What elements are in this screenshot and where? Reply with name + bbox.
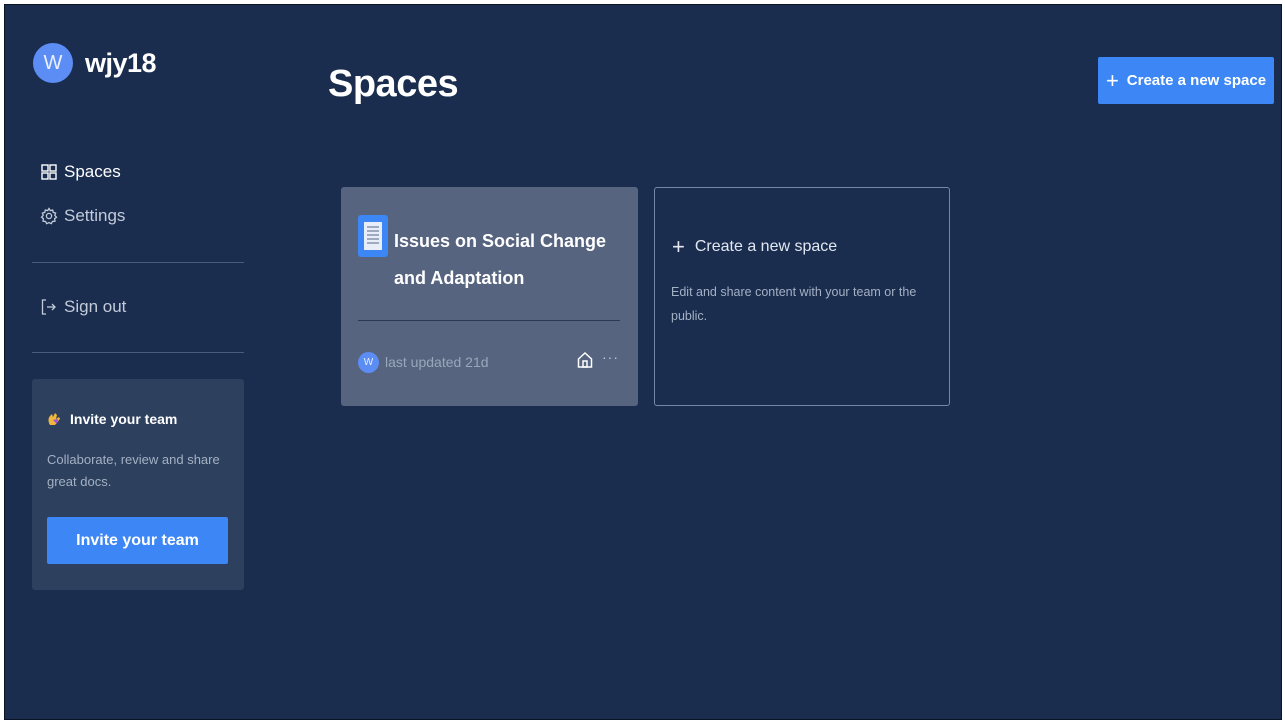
user-profile[interactable]: W wjy18: [33, 43, 157, 83]
last-updated: last updated 21d: [385, 354, 489, 370]
app-window: W wjy18 Spaces Settings Sign out Invite …: [4, 4, 1282, 720]
space-card[interactable]: Issues on Social Change and Adaptation W…: [341, 187, 638, 406]
create-space-card[interactable]: + Create a new space Edit and share cont…: [654, 187, 950, 406]
invite-card-title: Invite your team: [46, 411, 177, 427]
create-space-label: Create a new space: [1126, 72, 1267, 89]
sidebar-item-spaces[interactable]: Spaces: [40, 162, 121, 182]
document-icon: [358, 215, 388, 257]
invite-title-text: Invite your team: [70, 411, 178, 427]
sidebar-divider: [32, 262, 244, 263]
user-avatar: W: [33, 43, 73, 83]
sidebar-divider: [32, 352, 244, 353]
home-icon[interactable]: [576, 351, 594, 369]
sign-out-button[interactable]: Sign out: [40, 297, 126, 317]
more-options-icon[interactable]: ···: [602, 349, 619, 365]
create-space-card-label: Create a new space: [694, 238, 838, 255]
sidebar-item-label: Spaces: [64, 162, 121, 181]
invite-description: Collaborate, review and share great docs…: [47, 452, 220, 489]
invite-team-button[interactable]: Invite your team: [47, 517, 228, 564]
space-card-footer: W last updated 21d ···: [358, 349, 620, 375]
page-title: Spaces: [328, 63, 459, 105]
space-title: Issues on Social Change and Adaptation: [394, 231, 607, 288]
create-space-card-title: + Create a new space: [672, 236, 837, 258]
create-space-button[interactable]: + Create a new space: [1098, 57, 1274, 104]
sign-out-icon: [40, 298, 58, 316]
waving-hand-icon: [46, 411, 62, 427]
card-divider: [358, 320, 620, 321]
grid-icon: [40, 163, 58, 181]
plus-icon: +: [1105, 67, 1119, 93]
sidebar-item-settings[interactable]: Settings: [40, 206, 125, 226]
create-space-description: Edit and share content with your team or…: [671, 285, 917, 323]
username: wjy18: [85, 47, 157, 78]
gear-icon: [40, 207, 58, 225]
plus-icon: +: [672, 234, 685, 259]
sidebar-item-label: Settings: [64, 206, 126, 225]
sign-out-label: Sign out: [64, 297, 127, 316]
owner-avatar: W: [358, 351, 379, 373]
invite-team-card: Invite your team Collaborate, review and…: [32, 379, 244, 590]
